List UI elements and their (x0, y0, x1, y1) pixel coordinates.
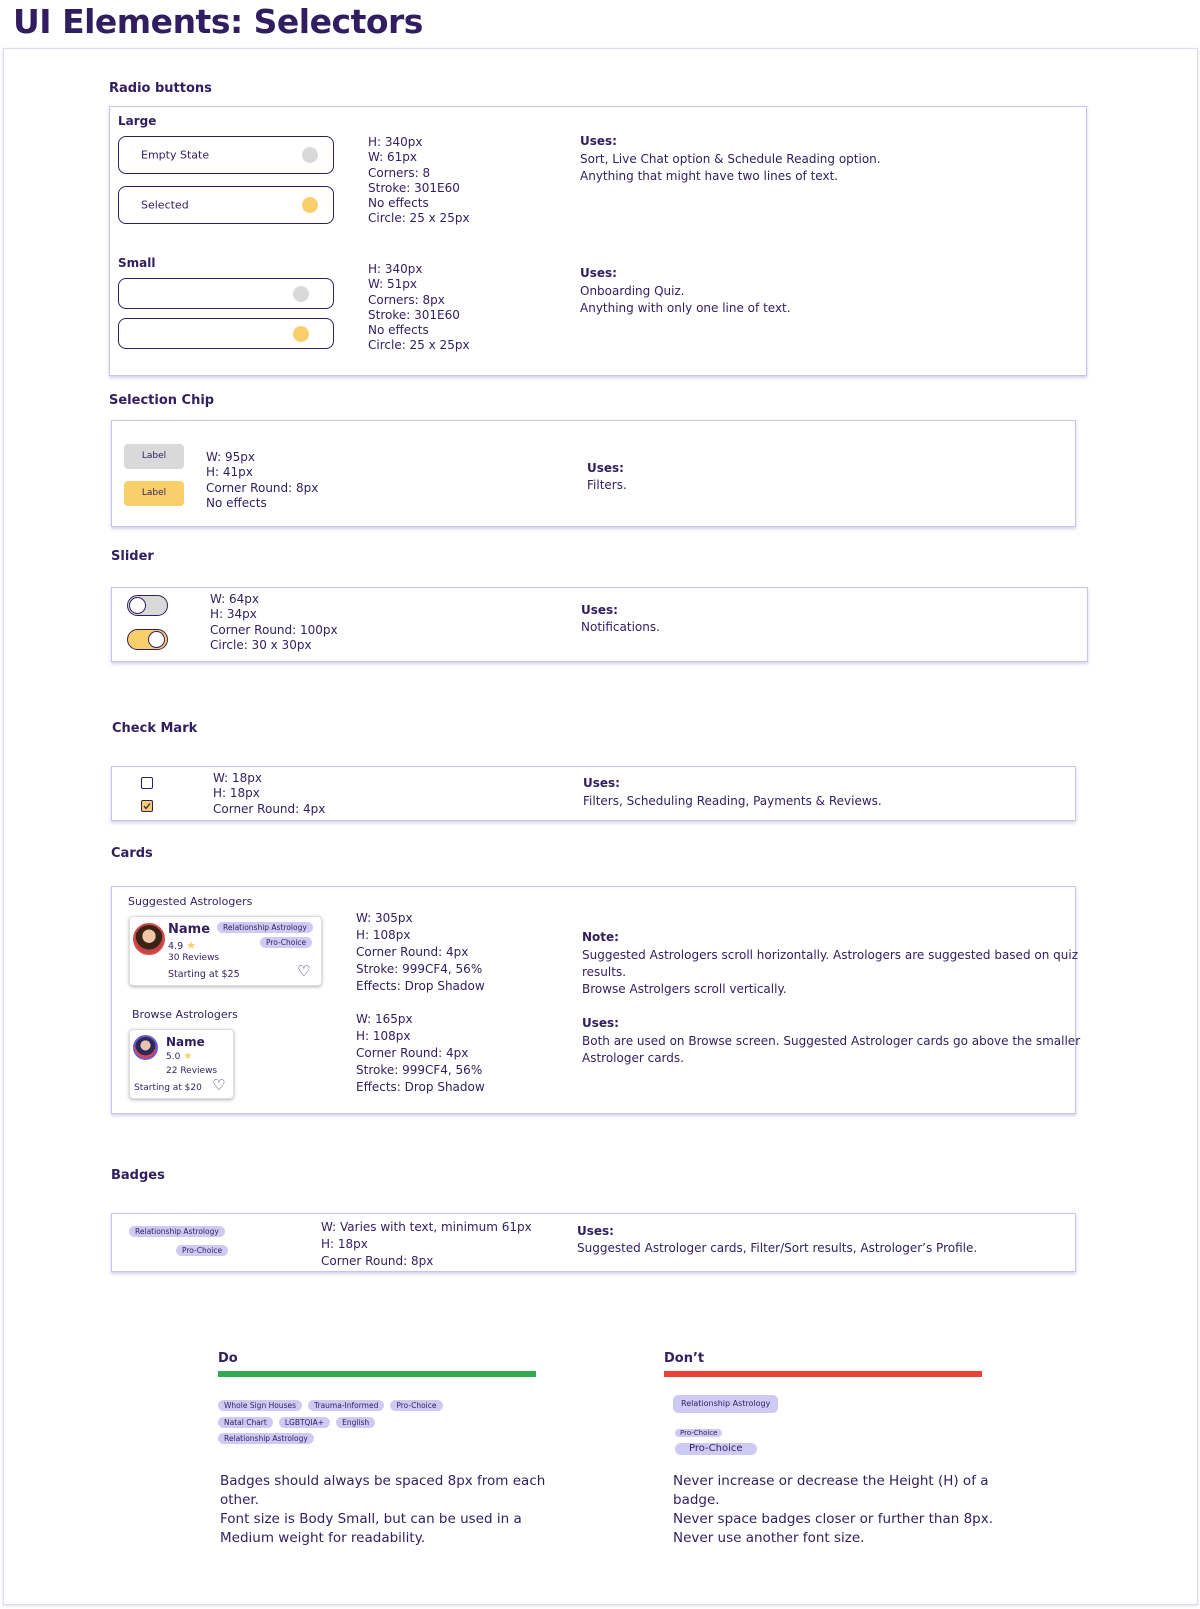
badges-uses: Suggested Astrologer cards, Filter/Sort … (577, 1241, 978, 1255)
badge-too-short: Pro-Choice (675, 1429, 723, 1437)
badges-uses-title: Uses: (577, 1224, 614, 1238)
checkmark-uses-title: Uses: (583, 776, 620, 790)
cards-note-title: Note: (582, 930, 619, 944)
astrologer-name: Name (168, 922, 211, 937)
review-count: 30 Reviews (168, 953, 220, 963)
radio-large-uses: Sort, Live Chat option & Schedule Readin… (580, 152, 881, 183)
badge: Trauma-Informed (308, 1400, 385, 1411)
badge: Pro-Choice (260, 937, 313, 948)
do-badges-row: Whole Sign Houses Trauma-Informed Pro-Ch… (218, 1400, 443, 1411)
slider-section-title: Slider (111, 549, 154, 564)
do-guidance-text: Badges should always be spaced 8px from … (220, 1473, 546, 1546)
suggested-astrologers-label: Suggested Astrologers (128, 895, 253, 908)
astrologer-name: Name (166, 1035, 205, 1049)
badge: Pro-Choice (390, 1400, 443, 1411)
starting-price: Starting at $25 (168, 969, 240, 980)
radio-empty-circle (293, 285, 309, 302)
suggested-astrologer-card[interactable]: Name Relationship Astrology Pro-Choice 4… (129, 916, 322, 986)
checkmark-specs: W: 18px H: 18px Corner Round: 4px (213, 771, 326, 816)
radio-small-selected[interactable] (118, 318, 334, 349)
browse-astrologers-label: Browse Astrologers (132, 1008, 238, 1021)
radio-selected-circle (293, 325, 309, 342)
heart-icon[interactable]: ♡ (297, 964, 310, 979)
badge-too-tall: Relationship Astrology (673, 1395, 779, 1413)
radio-large-label: Large (118, 114, 157, 128)
radio-large-selected-label: Selected (141, 198, 189, 212)
rating-value: 4.9 (168, 941, 184, 952)
dont-title: Don’t (664, 1351, 705, 1366)
badge: Natal Chart (218, 1417, 273, 1428)
badge: LGBTQIA+ (278, 1417, 331, 1428)
badge: English (336, 1417, 376, 1428)
toggle-knob (148, 631, 165, 648)
starting-price: Starting at $20 (134, 1083, 202, 1093)
cards-uses-title: Uses: (582, 1016, 619, 1030)
do-bar (218, 1371, 536, 1377)
slider-specs: W: 64px H: 34px Corner Round: 100px Circ… (210, 592, 338, 652)
do-title: Do (218, 1351, 238, 1366)
radio-small-label: Small (118, 256, 156, 270)
radio-large-uses-title: Uses: (580, 134, 617, 148)
toggle-off[interactable] (127, 595, 168, 616)
dont-bar (664, 1371, 982, 1377)
checkbox-unchecked[interactable] (141, 777, 153, 789)
astrologer-rating: 4.9 ★ (168, 939, 196, 952)
page-title: UI Elements: Selectors (13, 2, 423, 41)
badge: Relationship Astrology (129, 1226, 225, 1237)
slider-uses: Notifications. (581, 620, 660, 634)
toggle-on[interactable] (127, 629, 168, 650)
do-badges-row: Relationship Astrology (218, 1433, 314, 1444)
badge: Relationship Astrology (218, 1433, 314, 1444)
cards-section-title: Cards (111, 846, 153, 861)
radio-large-specs: H: 340px W: 61px Corners: 8 Stroke: 301E… (368, 135, 470, 226)
rating-value: 5.0 (166, 1052, 181, 1062)
badges-specs: W: Varies with text, minimum 61px H: 18p… (321, 1220, 532, 1268)
heart-icon[interactable]: ♡ (212, 1078, 225, 1093)
checkmark-icon (143, 803, 151, 810)
chip-empty[interactable]: Label (124, 444, 184, 469)
avatar (133, 1035, 158, 1060)
badge: Relationship Astrology (217, 922, 313, 933)
radio-large-empty[interactable]: Empty State (118, 136, 334, 174)
chip-uses-title: Uses: (587, 461, 624, 475)
suggested-card-specs: W: 305px H: 108px Corner Round: 4px Stro… (356, 911, 485, 993)
avatar (133, 923, 165, 955)
radio-large-selected[interactable]: Selected (118, 186, 334, 224)
star-icon: ★ (183, 1051, 193, 1062)
badge: Whole Sign Houses (218, 1400, 302, 1411)
checkmark-uses: Filters, Scheduling Reading, Payments & … (583, 794, 882, 808)
toggle-knob (129, 597, 146, 614)
radio-small-uses: Onboarding Quiz. Anything with only one … (580, 284, 791, 315)
badge: Pro-Choice (176, 1245, 229, 1256)
slider-uses-title: Uses: (581, 603, 618, 617)
cards-uses: Both are used on Browse screen. Suggeste… (582, 1034, 1081, 1065)
chip-section-title: Selection Chip (109, 393, 215, 408)
chip-selected[interactable]: Label (124, 481, 184, 506)
radio-empty-circle (302, 147, 318, 163)
browse-card-specs: W: 165px H: 108px Corner Round: 4px Stro… (356, 1012, 485, 1094)
radio-small-specs: H: 340px W: 51px Corners: 8px Stroke: 30… (368, 262, 470, 353)
badge-wrong-font: Pro-Choice (675, 1443, 757, 1455)
dont-guidance-text: Never increase or decrease the Height (H… (673, 1473, 994, 1546)
star-icon: ★ (186, 939, 197, 952)
chip-specs: W: 95px H: 41px Corner Round: 8px No eff… (206, 450, 319, 510)
browse-astrologer-card[interactable]: Name 5.0 ★ 22 Reviews Starting at $20 ♡ (129, 1029, 234, 1099)
astrologer-rating: 5.0 ★ (166, 1051, 192, 1062)
radio-small-empty[interactable] (118, 278, 334, 309)
badges-section-title: Badges (111, 1168, 165, 1183)
review-count: 22 Reviews (166, 1066, 218, 1076)
checkmark-section-title: Check Mark (112, 721, 198, 736)
radio-selected-circle (302, 197, 318, 213)
checkbox-checked[interactable] (141, 800, 153, 812)
radio-large-empty-label: Empty State (141, 148, 210, 162)
chip-uses: Filters. (587, 478, 627, 492)
radio-small-uses-title: Uses: (580, 266, 617, 280)
do-badges-row: Natal Chart LGBTQIA+ English (218, 1417, 376, 1428)
cards-note: Suggested Astrologers scroll horizontall… (582, 948, 1078, 996)
radio-section-title: Radio buttons (109, 81, 212, 96)
